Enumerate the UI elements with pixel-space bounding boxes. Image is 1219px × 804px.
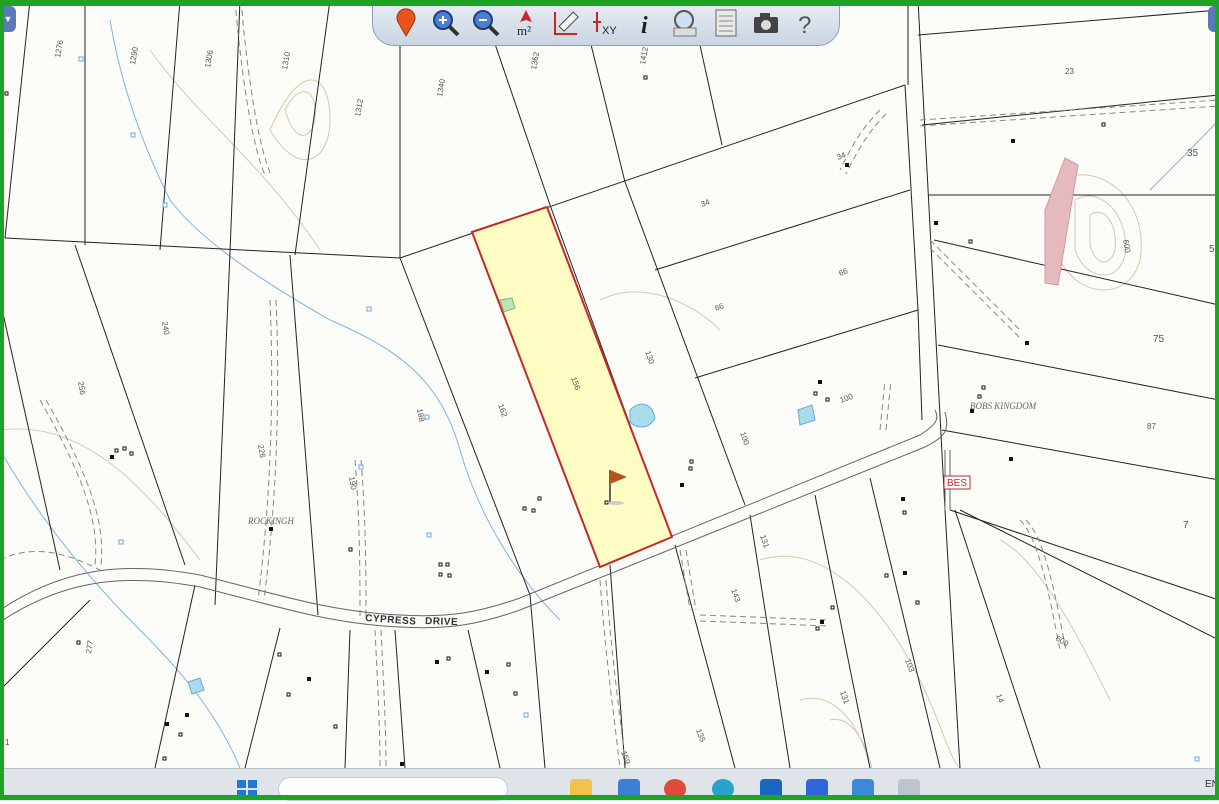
lot-label: 34: [700, 197, 712, 209]
place-label-kingdom: BOBS KINGDOM: [970, 401, 1037, 411]
lot-label: 1362: [529, 51, 541, 71]
lot-label: 1310: [280, 51, 292, 71]
help-tool-button[interactable]: ?: [789, 6, 823, 40]
search-tool-button[interactable]: [669, 6, 703, 40]
xy-icon: XY: [593, 12, 617, 37]
chevron-down-icon: ▼: [3, 14, 13, 24]
zoom-out-tool-button[interactable]: [469, 6, 503, 40]
lot-label: 51: [1209, 244, 1219, 255]
windows-taskbar: EN: [0, 768, 1219, 801]
place-label-rockingham: ROCKINGH: [247, 516, 295, 526]
lot-label: 256: [76, 381, 87, 396]
zoom-in-tool-button[interactable]: [429, 6, 463, 40]
info-icon: i: [641, 13, 648, 38]
store-icon[interactable]: [618, 779, 640, 799]
svg-text:i: i: [641, 13, 648, 38]
contour-label-600-a: 600: [1121, 239, 1132, 254]
lot-label: 87: [1147, 422, 1156, 431]
water-bodies: [187, 297, 816, 695]
map-pin-icon: [396, 8, 416, 38]
measure-distance-tool-button[interactable]: [549, 6, 583, 40]
help-icon: ?: [798, 12, 811, 38]
coordinate-tool-button[interactable]: XY: [589, 6, 623, 40]
lot-label: 226: [256, 444, 267, 459]
lot-label: 66: [714, 301, 726, 313]
screenshot-tool-button[interactable]: [749, 6, 783, 40]
lot-label: 1306: [203, 49, 215, 69]
area-icon: m²: [517, 10, 532, 38]
edge-icon[interactable]: [712, 779, 734, 799]
language-indicator[interactable]: EN: [1205, 779, 1219, 790]
start-button[interactable]: [236, 779, 258, 799]
lot-label: 34: [836, 150, 848, 162]
svg-text:m²: m²: [517, 23, 531, 38]
windows-logo-icon: [237, 780, 257, 798]
map-toolbar: m² XY i ?: [372, 0, 840, 46]
map-canvas[interactable]: BES CYPRESS DRIVE ROCKINGH BOBS KINGDOM …: [0, 0, 1219, 768]
lot-label: 143: [729, 588, 742, 604]
app-icon[interactable]: [852, 779, 874, 799]
zoom-in-icon: [433, 10, 460, 37]
lot-label: 1412: [638, 46, 650, 66]
lot-label: 14: [994, 693, 1006, 705]
pink-area: [1044, 157, 1079, 286]
lot-label: 66: [838, 266, 850, 278]
app-icon[interactable]: [806, 779, 828, 799]
lot-label: 75: [1153, 334, 1165, 345]
lot-label: 1312: [353, 98, 365, 118]
lot-label: 277: [84, 639, 95, 654]
magnifier-icon: [673, 10, 697, 37]
lot-label: 100: [738, 431, 751, 447]
lot-label: 35: [1187, 148, 1199, 159]
lot-label: 162: [496, 403, 509, 419]
map-view[interactable]: BES CYPRESS DRIVE ROCKINGH BOBS KINGDOM …: [0, 0, 1219, 768]
ruler-icon: [554, 11, 579, 35]
info-tool-button[interactable]: i: [629, 6, 663, 40]
lot-label: 1340: [435, 78, 447, 98]
lot-label: 100: [839, 392, 855, 405]
left-panel-toggle[interactable]: ▼: [0, 6, 16, 32]
report-tool-button[interactable]: [709, 6, 743, 40]
lot-label: 188: [415, 408, 426, 423]
taskbar-search-box[interactable]: [278, 777, 508, 801]
lot-label: 240: [160, 321, 171, 336]
lot-label: 131: [758, 534, 771, 550]
measure-area-tool-button[interactable]: m²: [509, 6, 543, 40]
lot-label: 130: [643, 350, 656, 366]
zoom-out-icon: [473, 10, 500, 37]
highlighted-lot[interactable]: [470, 205, 674, 569]
lot-label: 131: [838, 690, 851, 706]
svg-text:?: ?: [798, 12, 811, 38]
chrome-icon[interactable]: [664, 779, 686, 799]
svg-text:XY: XY: [602, 25, 617, 37]
lot-label: 1290: [128, 46, 140, 66]
outlook-icon[interactable]: [760, 779, 782, 799]
lot-label: 7: [1183, 520, 1189, 531]
camera-icon: [754, 13, 778, 33]
feature-label: BES: [947, 478, 967, 489]
file-explorer-icon[interactable]: [570, 779, 592, 799]
lot-label: 1276: [53, 39, 65, 59]
road-name-right: DRIVE: [425, 616, 458, 628]
lot-label: 1: [5, 738, 10, 747]
marker-tool-button[interactable]: [389, 6, 423, 40]
document-icon: [715, 9, 737, 37]
lot-label: 190: [347, 476, 358, 491]
right-panel-toggle[interactable]: [1208, 6, 1219, 32]
lot-label: 135: [694, 728, 707, 744]
app-icon[interactable]: [898, 779, 920, 799]
lot-label: 159: [619, 750, 632, 766]
lot-label: 23: [1065, 67, 1074, 76]
contour-label-600-b: 600: [1054, 634, 1071, 649]
